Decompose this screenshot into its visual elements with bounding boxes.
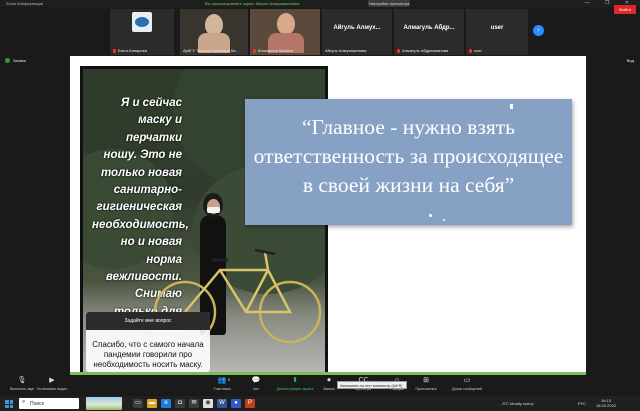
participant-big-name: user <box>490 25 504 31</box>
search-placeholder: Поиск <box>30 401 44 407</box>
mail-icon[interactable]: ✉ <box>189 399 199 408</box>
edge-browser-icon[interactable]: e <box>161 399 171 408</box>
mouse-cursor-icon <box>510 104 513 109</box>
participant-tile[interactable]: user user <box>466 9 528 55</box>
participant-tile[interactable]: Багга-Кипарова <box>110 9 174 55</box>
view-options-button[interactable]: Настройки просмотра <box>368 0 410 7</box>
record-icon: ⏺ <box>327 377 331 384</box>
file-explorer-icon[interactable]: ▬ <box>147 399 157 408</box>
toolbar-whiteboard-label: Доски сообщений <box>452 387 482 391</box>
participant-name: Багга-Кипарова <box>118 48 147 53</box>
language-indicator[interactable]: РУС <box>578 401 586 406</box>
participant-big-name: Алмагуль Абдр... <box>403 25 455 31</box>
apps-icon: ⊞ <box>423 377 429 384</box>
participant-count: 5 <box>228 377 231 382</box>
participant-logo <box>132 12 152 32</box>
chat-icon: 💬 <box>251 377 261 384</box>
participant-video-face <box>277 13 295 35</box>
taskbar-search-input[interactable]: ⌕ Поиск <box>19 398 79 409</box>
participant-big-name: Айгуль Алмух... <box>333 25 381 31</box>
mic-muted-icon <box>469 49 472 53</box>
sparkle-decoration <box>443 219 445 221</box>
participant-name: user <box>474 48 482 53</box>
search-highlight-image[interactable] <box>86 397 122 410</box>
record-dot-icon <box>5 58 10 64</box>
participant-name: АрКГУ Татьяна Олеговна Ка... <box>183 48 239 53</box>
view-menu[interactable]: Вид <box>627 58 634 63</box>
window-title: Zoom Конференция <box>6 1 43 6</box>
toolbar-record-label: Запись <box>323 387 335 391</box>
record-tooltip: Записывать на этот компьютер (Alt+R) <box>337 381 407 389</box>
store-icon[interactable]: ◘ <box>175 399 185 408</box>
participant-name: Айгуль Алмухажинова <box>325 48 367 53</box>
leave-meeting-button[interactable]: Выйти <box>614 5 636 14</box>
clock[interactable]: 16:15 18.02.2022 <box>596 398 616 408</box>
search-icon: ⌕ <box>22 399 26 405</box>
task-view-icon[interactable]: ▭ <box>133 399 143 408</box>
participants-icon: 👥 <box>217 377 227 384</box>
sparkle-decoration <box>429 214 432 217</box>
word-icon[interactable]: W <box>217 399 227 408</box>
share-banner-text: Вы просматриваете экран: Айгуль Алмухажи… <box>205 1 300 6</box>
toolbar-chat-button[interactable]: 💬 Чат <box>234 377 278 391</box>
toolbar-video-label: Остановить видео <box>36 387 68 391</box>
face-mask <box>207 207 220 213</box>
windows-taskbar: ⌕ Поиск ▭ ▬ e ◘ ✉ ◉ W ● P -3°C Mostly su… <box>0 396 640 411</box>
participant-gallery: Багга-Кипарова АрКГУ Татьяна Олеговна Ка… <box>0 7 640 57</box>
powerpoint-icon[interactable]: P <box>245 399 255 408</box>
toolbar-whiteboard-button[interactable]: ▭ Доски сообщений <box>445 377 489 391</box>
toolbar-participants-label: Участники <box>213 387 231 391</box>
toolbar-video-button[interactable]: ▶ Остановить видео <box>30 377 74 391</box>
participant-tile[interactable]: Алмагуль Абдр... Алмагуль Абдрахманова <box>394 9 464 55</box>
mic-muted-icon <box>397 49 400 53</box>
weather-status[interactable]: -3°C Mostly sunny <box>501 401 534 406</box>
video-icon: ▶ <box>49 377 55 384</box>
share-icon: ⬆ <box>292 377 298 384</box>
recording-label: Запись <box>13 58 27 63</box>
participant-name: Алмагуль Абдрахманова <box>402 48 449 53</box>
participant-tile[interactable]: Айгуль Алмух... Айгуль Алмухажинова <box>322 9 392 55</box>
gallery-next-icon[interactable]: › <box>533 25 544 36</box>
recording-indicator[interactable]: Запись <box>5 58 27 64</box>
toolbar-apps-button[interactable]: ⊞ Приложения <box>404 377 448 391</box>
chrome-icon[interactable]: ◉ <box>203 399 213 408</box>
zoom-app-icon[interactable]: ● <box>231 399 241 408</box>
mic-icon: 🎙 <box>17 377 27 384</box>
mic-muted-icon <box>253 49 256 53</box>
participant-name: Кинсарина Малика <box>258 48 294 53</box>
quote-text: “Главное - нужно взять ответственность з… <box>253 115 564 197</box>
toolbar-apps-label: Приложения <box>415 387 437 391</box>
whiteboard-icon: ▭ <box>463 377 471 384</box>
participant-tile[interactable]: АрКГУ Татьяна Олеговна Ка... <box>180 9 248 55</box>
question-answer: Спасибо, что с самого начала пандемии го… <box>92 340 204 369</box>
clock-date: 18.02.2022 <box>596 403 617 408</box>
participant-tile[interactable]: Кинсарина Малика <box>250 9 320 55</box>
question-header: Задайте мне вопрос <box>86 312 210 330</box>
toolbar-chat-label: Чат <box>253 387 259 391</box>
share-banner: Вы просматриваете экран: Айгуль Алмухажи… <box>205 0 435 7</box>
windows-start-icon[interactable] <box>5 400 13 408</box>
mic-muted-icon <box>113 49 116 53</box>
